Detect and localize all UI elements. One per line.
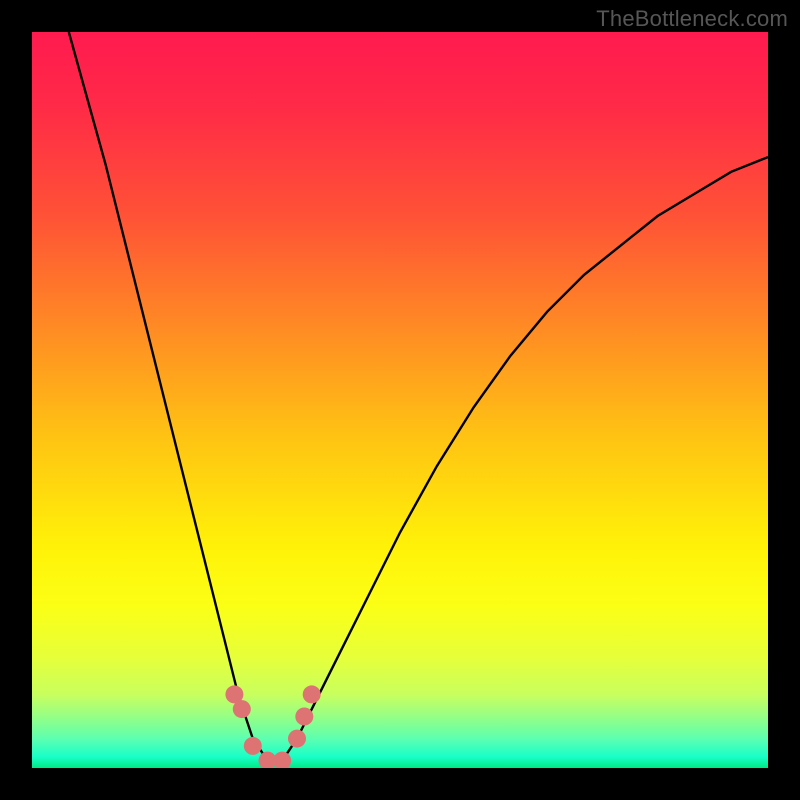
bottleneck-curve xyxy=(69,32,768,761)
marker-point xyxy=(244,737,262,755)
chart-frame: TheBottleneck.com xyxy=(0,0,800,800)
marker-point xyxy=(288,730,306,748)
marker-point xyxy=(233,700,251,718)
marker-point xyxy=(303,685,321,703)
watermark-text: TheBottleneck.com xyxy=(596,6,788,32)
marker-point xyxy=(273,752,291,768)
sweet-spot-markers xyxy=(225,685,320,768)
curve-layer xyxy=(32,32,768,768)
marker-point xyxy=(295,708,313,726)
plot-area xyxy=(32,32,768,768)
